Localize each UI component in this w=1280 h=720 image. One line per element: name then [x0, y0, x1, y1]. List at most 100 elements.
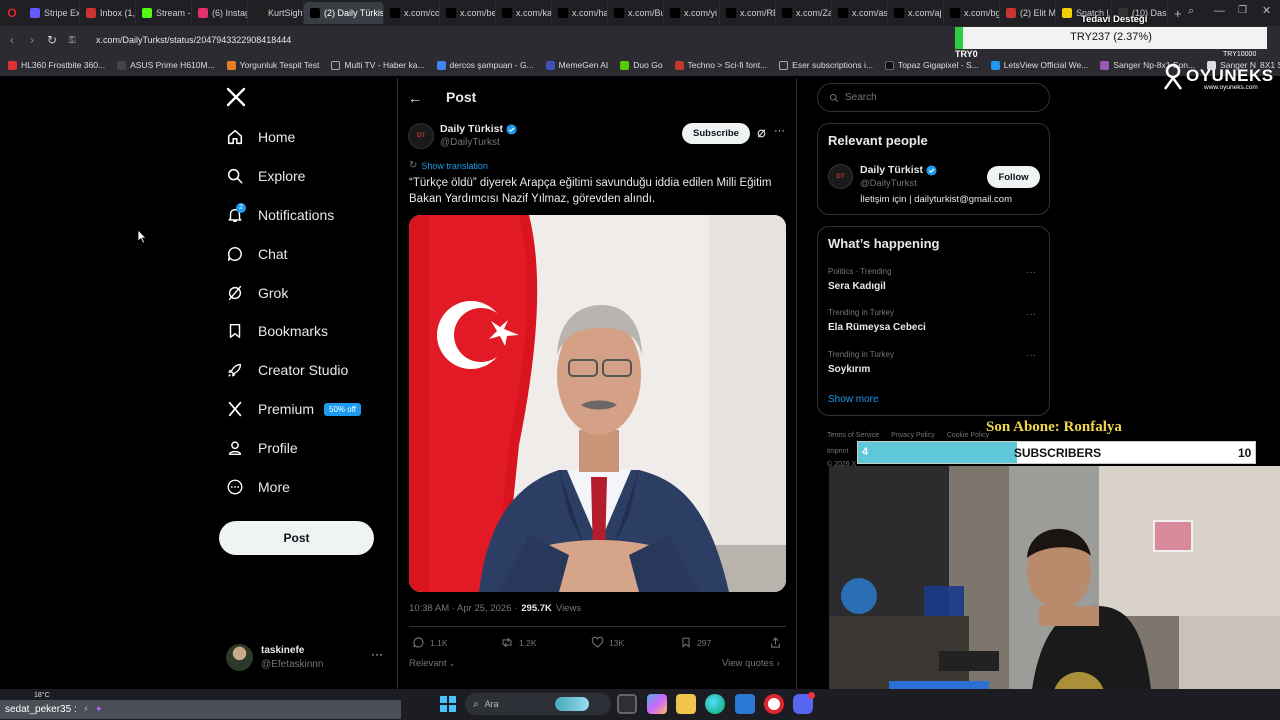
nav-explore[interactable]: Explore	[226, 167, 305, 185]
follow-button[interactable]: Follow	[987, 166, 1040, 188]
browser-tab[interactable]: Stream -	[136, 2, 192, 24]
subscribe-button[interactable]: Subscribe	[682, 123, 750, 144]
trend-more-icon[interactable]: ···	[1026, 267, 1036, 278]
subscriber-goal: 10	[1238, 446, 1252, 460]
reply-action[interactable]: 1.1K	[412, 636, 448, 649]
verified-badge-icon	[506, 123, 517, 135]
bookmark-item[interactable]: Duo Go	[620, 60, 663, 70]
premium-discount-badge: 50% off	[324, 402, 361, 416]
browser-tab[interactable]: x.com/co	[384, 2, 440, 24]
footer-link[interactable]: Terms of Service	[827, 432, 879, 439]
copilot-icon[interactable]	[647, 694, 667, 714]
bookmark-item[interactable]: Eser subscriptions i...	[779, 60, 873, 70]
relevant-person-avatar[interactable]: DT	[828, 164, 853, 189]
bookmark-favicon-icon	[884, 60, 894, 70]
site-info-icon[interactable]: ⚿	[62, 35, 82, 46]
tab-label: (2) Daily Türkist	[324, 8, 384, 18]
trend-more-icon[interactable]: ···	[1026, 309, 1036, 320]
nav-more[interactable]: More	[226, 478, 290, 496]
x-logo-icon[interactable]	[226, 87, 246, 112]
bookmark-action[interactable]: 297	[680, 636, 711, 649]
footer-link[interactable]: Cookie Policy	[947, 432, 989, 439]
nav-creator-studio[interactable]: Creator Studio	[226, 361, 348, 379]
bookmark-item[interactable]: Yorgunluk Tespit Test	[226, 60, 319, 70]
view-quotes-link[interactable]: View quotes ›	[722, 658, 780, 669]
nav-grok[interactable]: Grok	[226, 284, 288, 302]
show-translation-link[interactable]: ↻ Show translation	[409, 160, 488, 171]
browser-tab[interactable]: Inbox (1,	[80, 2, 136, 24]
tab-label: x.com/aj	[908, 8, 942, 18]
windows-start-icon[interactable]	[440, 696, 456, 712]
footer-link[interactable]: Imprint	[827, 448, 848, 455]
author-handle[interactable]: @DailyTurkst	[440, 137, 500, 148]
author-avatar[interactable]: DT	[408, 123, 434, 149]
browser-tab[interactable]: x.com/ka	[496, 2, 552, 24]
trend-item[interactable]: Trending in Turkey Ela Rümeysa Cebeci	[828, 308, 926, 333]
forward-arrow-icon[interactable]: ›	[22, 33, 42, 47]
tab-favicon-icon	[558, 8, 568, 18]
weather-temp[interactable]: 18°C	[34, 692, 50, 699]
browser-tab[interactable]: x.com/yi	[664, 2, 720, 24]
trend-item[interactable]: Politics · Trending Sera Kadıgil	[828, 267, 892, 292]
url-field[interactable]: x.com/DailyTurkst/status/204794332290841…	[88, 30, 948, 50]
trend-item[interactable]: Trending in Turkey Soykırım	[828, 350, 894, 375]
nav-home[interactable]: Home	[226, 128, 295, 146]
post-more-icon[interactable]: ···	[774, 125, 785, 137]
browser-tab[interactable]: x.com/RE	[720, 2, 776, 24]
file-explorer-icon[interactable]	[676, 694, 696, 714]
author-name-row[interactable]: Daily Türkist	[440, 123, 517, 135]
trend-more-icon[interactable]: ···	[1026, 350, 1036, 361]
store-icon[interactable]	[735, 694, 755, 714]
show-more-link[interactable]: Show more	[828, 394, 879, 405]
browser-tab[interactable]: x.com/ha	[552, 2, 608, 24]
task-view-icon[interactable]	[617, 694, 637, 714]
taskbar-search[interactable]: ⌕ Ara	[465, 693, 611, 715]
nav-chat[interactable]: Chat	[226, 245, 288, 263]
bookmark-item[interactable]: ASUS Prime H610M...	[117, 60, 215, 70]
browser-tab[interactable]: (2) Daily Türkist	[304, 2, 384, 24]
browser-tab[interactable]: x.com/as	[832, 2, 888, 24]
footer-link[interactable]: Privacy Policy	[891, 432, 935, 439]
back-arrow-icon[interactable]: ←	[408, 90, 422, 106]
account-more-icon[interactable]: ···	[371, 647, 383, 661]
repost-action[interactable]: 1.2K	[500, 636, 537, 649]
share-icon[interactable]	[769, 636, 782, 649]
browser-tab[interactable]: x.com/Bu	[608, 2, 664, 24]
grok-analyze-icon[interactable]	[756, 128, 767, 139]
bookmark-item[interactable]: dercos şampuan - G...	[436, 60, 534, 70]
post-button[interactable]: Post	[219, 521, 374, 555]
reload-icon[interactable]: ↻	[42, 33, 62, 47]
post-timestamp[interactable]: 10:38 AM · Apr 25, 2026 ·	[409, 603, 517, 614]
tab-label: x.com/Za	[796, 8, 832, 18]
browser-tab[interactable]: x.com/Za	[776, 2, 832, 24]
like-action[interactable]: 13K	[591, 636, 624, 649]
opera-logo-icon[interactable]: O	[0, 6, 24, 20]
brand-name: OYUNEKS	[1186, 66, 1274, 85]
nav-profile[interactable]: Profile	[226, 439, 298, 457]
bookmark-item[interactable]: HL360 Frostbite 360...	[8, 60, 105, 70]
x-premium-icon	[228, 401, 242, 417]
browser-tab[interactable]: x.com/be	[440, 2, 496, 24]
nav-premium[interactable]: Premium 50% off	[226, 400, 361, 418]
nav-bookmarks-label: Bookmarks	[258, 323, 329, 339]
edge-icon[interactable]	[705, 694, 725, 714]
browser-tab[interactable]: KurtSight	[248, 2, 304, 24]
search-input[interactable]	[845, 92, 1035, 103]
bookmark-item[interactable]: Techno > Sci-fi font...	[674, 60, 767, 70]
nav-bookmarks[interactable]: Bookmarks	[226, 322, 328, 340]
browser-tab[interactable]: Stripe Ex	[24, 2, 80, 24]
browser-tab[interactable]: (6) Instag	[192, 2, 248, 24]
bookmark-item[interactable]: Multi TV - Haber ka...	[331, 60, 425, 70]
reply-sort-dropdown[interactable]: Relevant ⌄	[409, 658, 455, 669]
account-switcher[interactable]: taskinefe @Efetaskinnn ···	[226, 643, 386, 673]
opera-icon[interactable]	[764, 694, 784, 714]
browser-tab[interactable]: x.com/aj	[888, 2, 944, 24]
back-arrow-icon[interactable]: ‹	[2, 33, 22, 47]
bookmark-favicon-icon	[8, 60, 17, 70]
relevant-person-name-row[interactable]: Daily Türkist	[860, 164, 937, 176]
search-icon	[830, 93, 839, 102]
bookmark-item[interactable]: MemeGen AI	[545, 60, 608, 70]
rocket-icon	[228, 363, 242, 377]
post-image[interactable]	[409, 215, 786, 592]
search-box[interactable]	[817, 83, 1050, 112]
